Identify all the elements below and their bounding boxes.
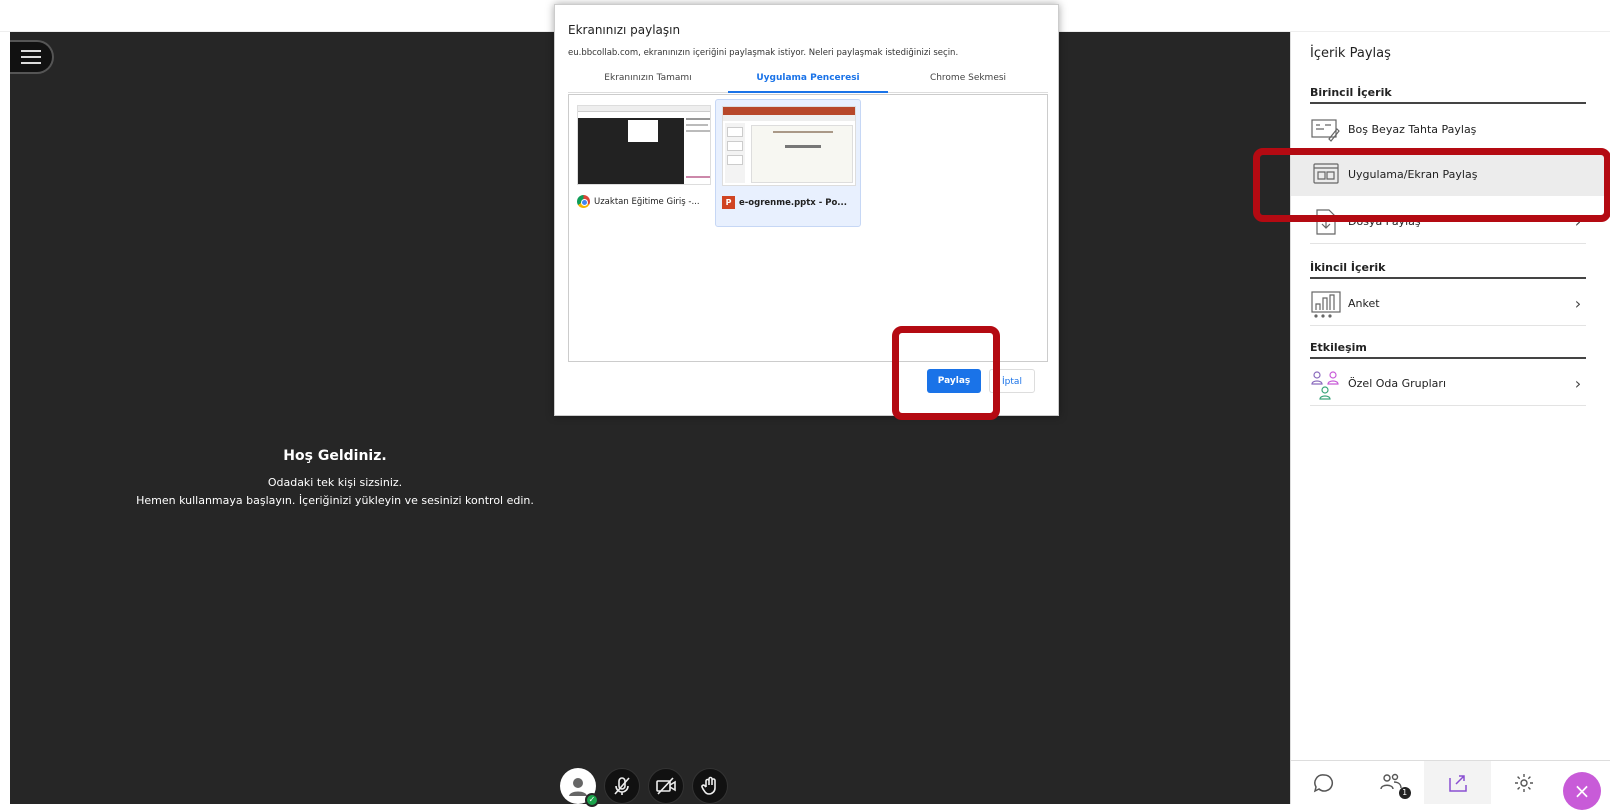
section-heading-secondary: İkincil İçerik [1310, 261, 1586, 279]
window-title-powerpoint: e-ogrenme.pptx - Po... [739, 197, 847, 208]
poll-item[interactable]: Anket › [1310, 282, 1586, 326]
window-preview-chrome [577, 105, 711, 185]
mic-off-icon [614, 777, 630, 795]
breakout-groups-icon [1310, 369, 1342, 400]
tab-chat[interactable] [1291, 761, 1358, 804]
tab-chrome-tab[interactable]: Chrome Sekmesi [888, 67, 1048, 93]
tab-settings[interactable] [1491, 761, 1558, 804]
close-panel-button[interactable]: × [1563, 772, 1601, 810]
hand-icon [701, 776, 716, 795]
welcome-line-1: Odadaki tek kişi sizsiniz. [267, 476, 403, 489]
whiteboard-icon [1310, 115, 1342, 145]
camera-button[interactable] [648, 768, 684, 804]
raise-hand-button[interactable] [692, 768, 728, 804]
attendee-count-badge: 1 [1398, 787, 1411, 799]
section-heading-primary: Birincil İçerik [1310, 86, 1586, 104]
share-content-icon [1448, 774, 1467, 792]
section-heading-interaction: Etkileşim [1310, 341, 1586, 359]
panel-tab-bar: 1 [1291, 760, 1610, 804]
tab-entire-screen[interactable]: Ekranınızın Tamamı [568, 67, 728, 93]
status-check-icon: ✓ [585, 793, 599, 807]
share-whiteboard-label: Boş Beyaz Tahta Paylaş [1348, 123, 1477, 136]
hamburger-icon [21, 50, 41, 64]
chevron-right-icon: › [1574, 294, 1582, 313]
window-title-chrome: Uzaktan Eğitime Giriş -... [594, 196, 700, 207]
tab-attendees[interactable]: 1 [1358, 761, 1425, 804]
window-option-chrome[interactable]: Uzaktan Eğitime Giriş -... [571, 99, 717, 227]
welcome-title: Hoş Geldiniz. [283, 448, 387, 464]
chevron-right-icon: › [1574, 374, 1582, 393]
share-content-panel: İçerik Paylaş Birincil İçerik Boş Beyaz … [1253, 32, 1610, 810]
welcome-line-2: Hemen kullanmaya başlayın. İçeriğinizi y… [136, 494, 534, 507]
camera-off-icon [656, 777, 676, 795]
share-button-highlight [892, 326, 1000, 420]
chrome-icon [577, 195, 590, 208]
panel-title: İçerik Paylaş [1310, 46, 1391, 61]
gear-icon [1515, 773, 1534, 792]
close-icon: × [1573, 779, 1591, 803]
window-option-powerpoint[interactable]: Pe-ogrenme.pptx - Po... [715, 99, 861, 227]
share-whiteboard-item[interactable]: Boş Beyaz Tahta Paylaş [1310, 108, 1586, 152]
my-status-button[interactable]: ✓ [560, 768, 599, 807]
dialog-description: eu.bbcollab.com, ekranınızın içeriğini p… [568, 48, 959, 58]
breakout-groups-item[interactable]: Özel Oda Grupları › [1310, 362, 1586, 406]
session-menu-button[interactable] [10, 40, 54, 74]
app-screen-highlight [1253, 148, 1610, 222]
avatar-icon [569, 778, 587, 796]
dialog-tabs: Ekranınızın Tamamı Uygulama Penceresi Ch… [568, 67, 1048, 93]
poll-icon [1310, 289, 1342, 319]
breakout-groups-label: Özel Oda Grupları [1348, 377, 1447, 390]
poll-label: Anket [1348, 297, 1380, 310]
dialog-title: Ekranınızı paylaşın [568, 23, 681, 37]
powerpoint-icon: P [722, 196, 735, 209]
microphone-button[interactable] [604, 768, 640, 804]
window-preview-powerpoint [722, 106, 856, 186]
session-controls: ✓ [560, 768, 728, 807]
collaborate-window: Hoş Geldiniz. Odadaki tek kişi sizsiniz.… [0, 0, 1610, 810]
tab-share-content[interactable] [1424, 761, 1492, 804]
tab-application-window[interactable]: Uygulama Penceresi [728, 67, 888, 93]
window-picker: Uzaktan Eğitime Giriş -... Pe-ogrenme.pp… [568, 94, 1048, 362]
chat-icon [1314, 773, 1334, 792]
